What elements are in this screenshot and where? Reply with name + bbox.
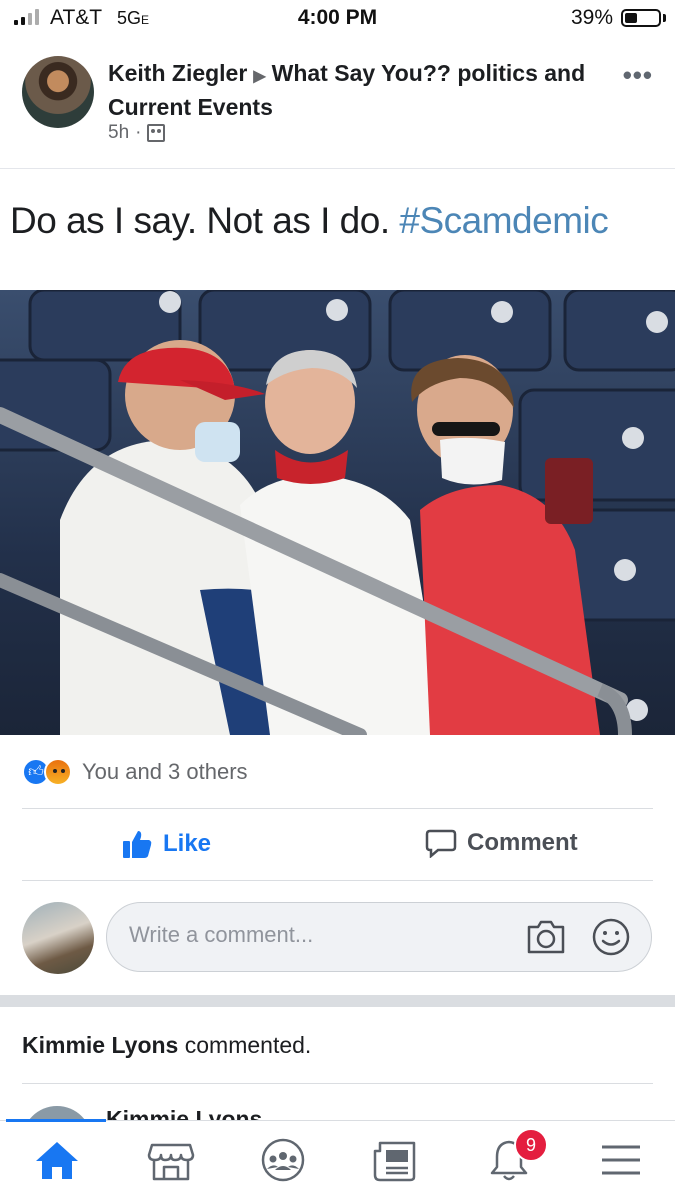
comment-label: Comment bbox=[467, 829, 578, 856]
thumbs-up-icon bbox=[123, 831, 152, 858]
comment-button[interactable]: Comment bbox=[425, 828, 578, 858]
commenter-name[interactable]: Kimmie Lyons bbox=[22, 1032, 178, 1058]
battery-percent: 39% bbox=[570, 6, 613, 29]
groups-icon[interactable] bbox=[258, 1137, 308, 1183]
current-user-avatar[interactable] bbox=[22, 902, 94, 974]
divider bbox=[0, 168, 675, 169]
comment-composer[interactable] bbox=[106, 902, 652, 972]
like-button[interactable]: Like bbox=[121, 828, 211, 860]
author-avatar[interactable] bbox=[22, 56, 94, 128]
active-tab-indicator bbox=[6, 1119, 106, 1122]
comment-author-name[interactable]: Kimmie Lyons bbox=[106, 1106, 262, 1120]
notification-badge: 9 bbox=[514, 1128, 548, 1162]
status-bar: AT&T 5GE 4:00 PM 39% bbox=[0, 0, 675, 40]
post-body: Do as I say. Not as I do. bbox=[10, 200, 390, 241]
bottom-navigation bbox=[0, 1119, 675, 1201]
reactions-summary[interactable]: 👍︎ You and 3 others bbox=[22, 758, 248, 786]
share-arrow-icon: ▶ bbox=[253, 68, 266, 85]
camera-icon[interactable] bbox=[525, 917, 567, 957]
hashtag-link[interactable]: #Scamdemic bbox=[399, 200, 608, 241]
post-meta: 5h · bbox=[108, 122, 166, 144]
home-icon[interactable] bbox=[32, 1137, 82, 1183]
group-icon bbox=[147, 124, 166, 142]
marketplace-icon[interactable] bbox=[146, 1137, 196, 1183]
battery-icon bbox=[621, 9, 661, 27]
divider bbox=[22, 1083, 653, 1084]
post-text: Do as I say. Not as I do. #Scamdemic bbox=[10, 200, 609, 242]
section-separator bbox=[0, 995, 675, 1007]
author-name[interactable]: Keith Ziegler bbox=[108, 60, 247, 86]
reactions-count: You and 3 others bbox=[82, 759, 248, 784]
post-photo[interactable] bbox=[0, 290, 675, 735]
comment-input[interactable] bbox=[127, 921, 511, 949]
smiley-icon[interactable] bbox=[591, 917, 631, 957]
news-feed-icon[interactable] bbox=[370, 1137, 420, 1183]
divider bbox=[22, 808, 653, 809]
comment-bubble-icon bbox=[425, 829, 457, 858]
angry-reaction-icon bbox=[44, 758, 72, 786]
more-horizontal-icon[interactable]: ••• bbox=[623, 60, 653, 91]
meta-separator: · bbox=[135, 122, 142, 143]
menu-icon[interactable] bbox=[596, 1137, 646, 1183]
activity-line[interactable]: Kimmie Lyons commented. bbox=[22, 1032, 311, 1059]
like-label: Like bbox=[163, 830, 212, 857]
post-timestamp[interactable]: 5h bbox=[108, 122, 129, 144]
divider bbox=[22, 880, 653, 881]
activity-action: commented. bbox=[184, 1032, 312, 1058]
post-header: Keith Ziegler ▶ What Say You?? politics an… bbox=[108, 58, 588, 122]
